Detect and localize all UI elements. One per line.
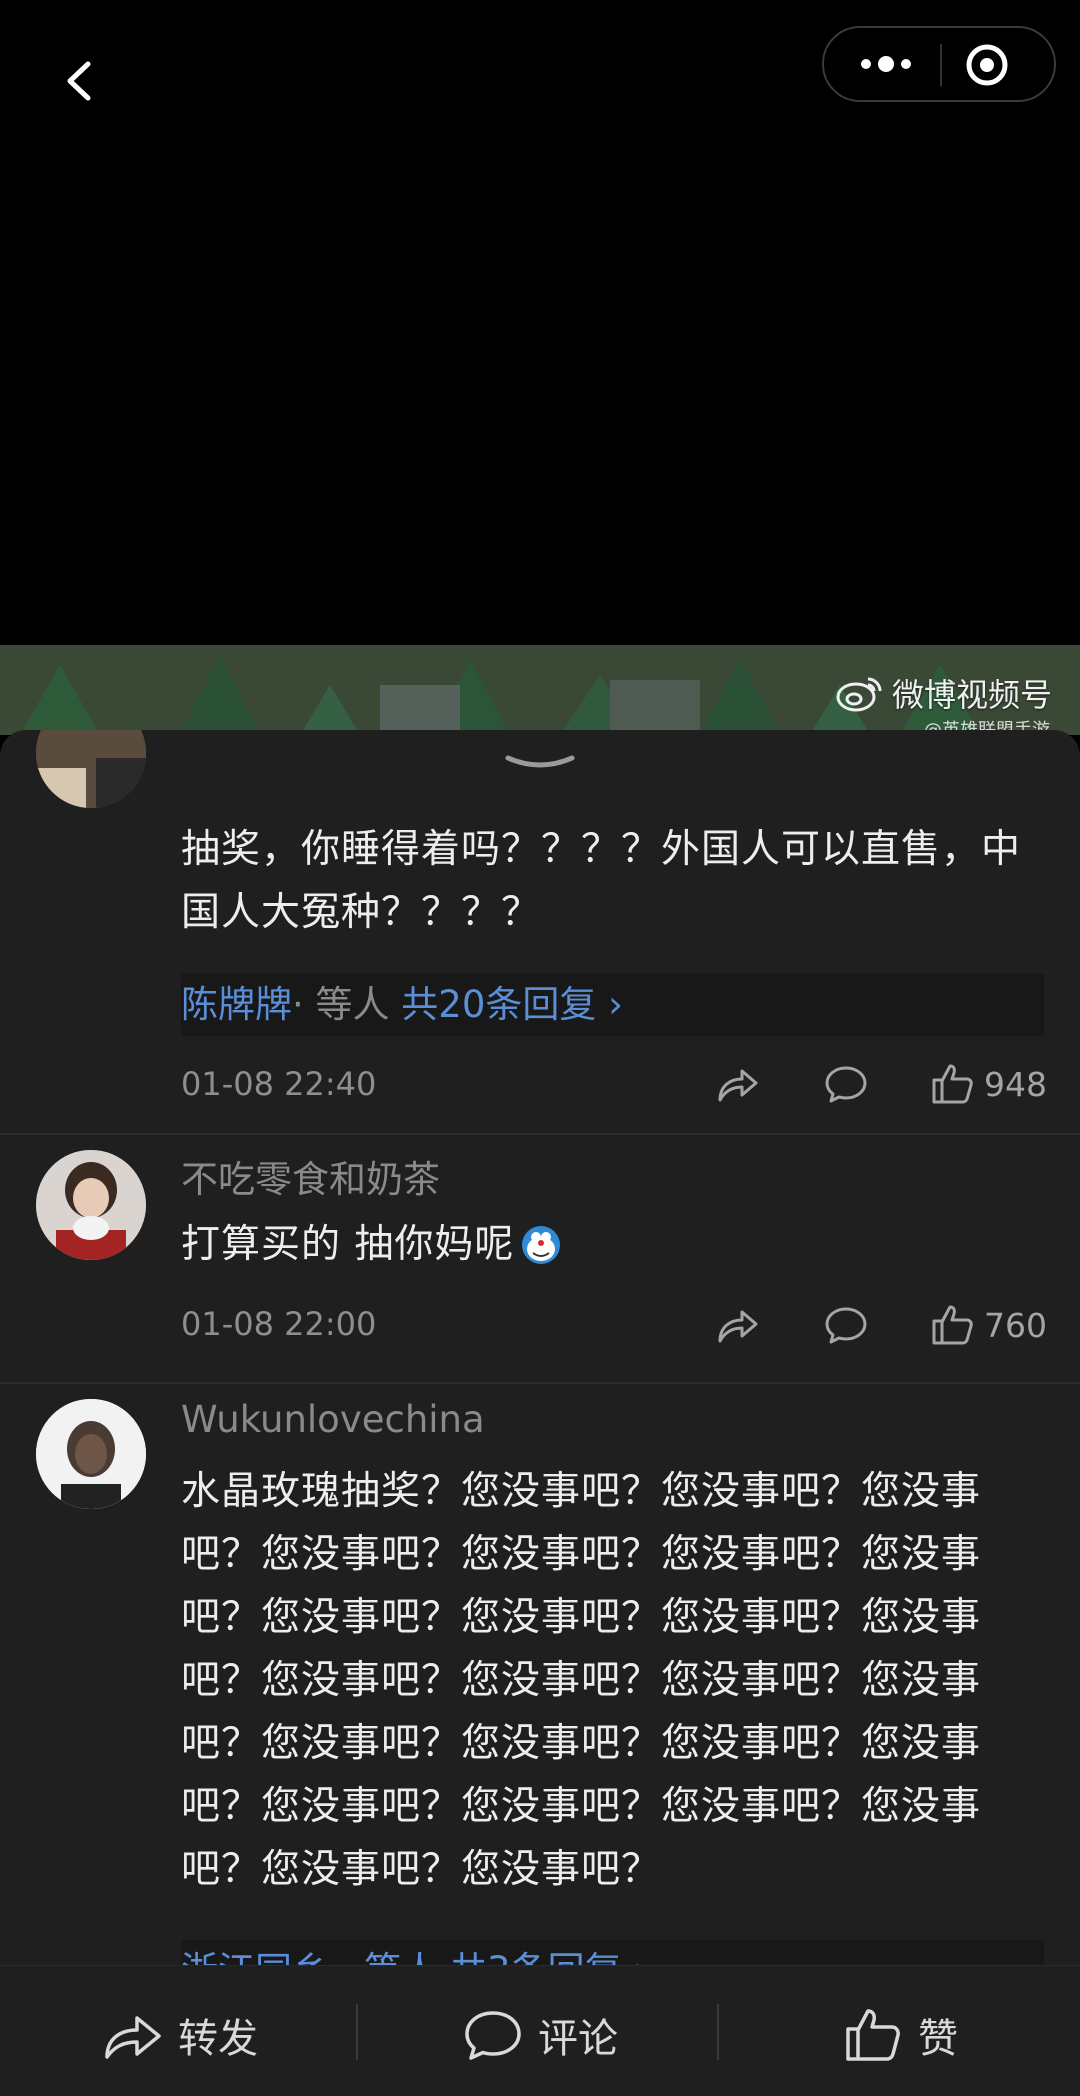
like-action[interactable]: 948 [928, 1060, 1047, 1108]
comment-time: 01-08 22:40 [181, 1065, 377, 1103]
comment-item: 不吃零食和奶茶 打算买的 抽你妈呢 01-08 22:00 760 [0, 1135, 1080, 1380]
comment-username[interactable]: 不吃零食和奶茶 [181, 1149, 440, 1203]
comment-icon [825, 1307, 867, 1344]
comment-text: 水晶玫瑰抽奖？您没事吧？您没事吧？您没事吧？您没事吧？您没事吧？您没事吧？您没事… [181, 1469, 982, 1892]
video-player[interactable] [0, 0, 1080, 730]
share-icon [718, 1069, 758, 1102]
like-count: 948 [984, 1064, 1047, 1104]
more-icon[interactable] [846, 46, 926, 82]
avatar[interactable] [36, 1150, 146, 1260]
share-icon [718, 1310, 758, 1343]
watermark-brand: 微博视频号 [891, 676, 1052, 714]
comment-replies-preview[interactable]: 浙江同乡 · 等人 共3条回复 › [181, 1940, 1044, 1965]
comments-panel: 抽奖，你睡得着吗？？？？外国人可以直售，中国人大冤种？？？？ 陈牌牌· 等人 共… [0, 730, 1080, 1965]
avatar[interactable] [36, 730, 146, 808]
share-action[interactable] [712, 1060, 760, 1108]
comment-time: 01-08 22:00 [181, 1305, 377, 1343]
like-button[interactable]: 赞 [842, 2006, 958, 2064]
share-button[interactable]: 转发 [102, 2006, 258, 2064]
weibo-logo-icon [836, 677, 882, 712]
bottom-divider [717, 2004, 719, 2060]
like-count: 760 [984, 1305, 1047, 1345]
back-icon[interactable] [58, 58, 104, 104]
bottom-action-bar: 转发 评论 赞 [0, 1965, 1080, 2096]
comment-username[interactable]: Wukunlovechina [181, 1398, 485, 1441]
share-action[interactable] [712, 1301, 760, 1349]
share-icon [105, 2016, 161, 2059]
thumbs-up-icon [932, 1064, 973, 1104]
avatar[interactable] [36, 1399, 146, 1509]
reply-others: · 等人 [292, 983, 390, 1026]
comment-button[interactable]: 评论 [462, 2006, 618, 2064]
mini-program-capsule [822, 26, 1056, 102]
comment-item: Wukunlovechina 水晶玫瑰抽奖？您没事吧？您没事吧？您没事吧？您没事… [0, 1384, 1080, 1965]
comment-icon [465, 2011, 521, 2060]
comment-label: 评论 [538, 2016, 618, 2062]
doraemon-emoji-icon [522, 1225, 561, 1264]
reply-count-link[interactable]: 共20条回复 › [401, 983, 623, 1026]
comment-replies-preview[interactable]: 陈牌牌· 等人 共20条回复 › [181, 974, 1044, 1036]
share-label: 转发 [178, 2016, 258, 2062]
comment-action[interactable] [822, 1301, 870, 1349]
reply-author[interactable]: 陈牌牌 [181, 983, 292, 1026]
close-target-icon[interactable] [964, 42, 1010, 88]
comment-text: 抽奖，你睡得着吗？？？？外国人可以直售，中国人大冤种？？？？ [181, 827, 1022, 935]
thumbs-up-icon [932, 1305, 973, 1345]
comment-item: 抽奖，你睡得着吗？？？？外国人可以直售，中国人大冤种？？？？ 陈牌牌· 等人 共… [0, 730, 1080, 1133]
reply-preview-text[interactable]: 浙江同乡 · 等人 共3条回复 › [181, 1949, 648, 1965]
comment-text: 打算买的 抽你妈呢 [181, 1222, 515, 1267]
weibo-video-watermark: 微博视频号 [836, 670, 1052, 716]
like-label: 赞 [918, 2016, 958, 2062]
bottom-divider [356, 2004, 358, 2060]
like-action[interactable]: 760 [928, 1301, 1047, 1349]
thumbs-up-icon [846, 2009, 900, 2061]
comment-body: 打算买的 抽你妈呢 [181, 1213, 1041, 1276]
comment-action[interactable] [822, 1060, 870, 1108]
capsule-divider [940, 44, 942, 86]
comment-icon [825, 1066, 867, 1103]
